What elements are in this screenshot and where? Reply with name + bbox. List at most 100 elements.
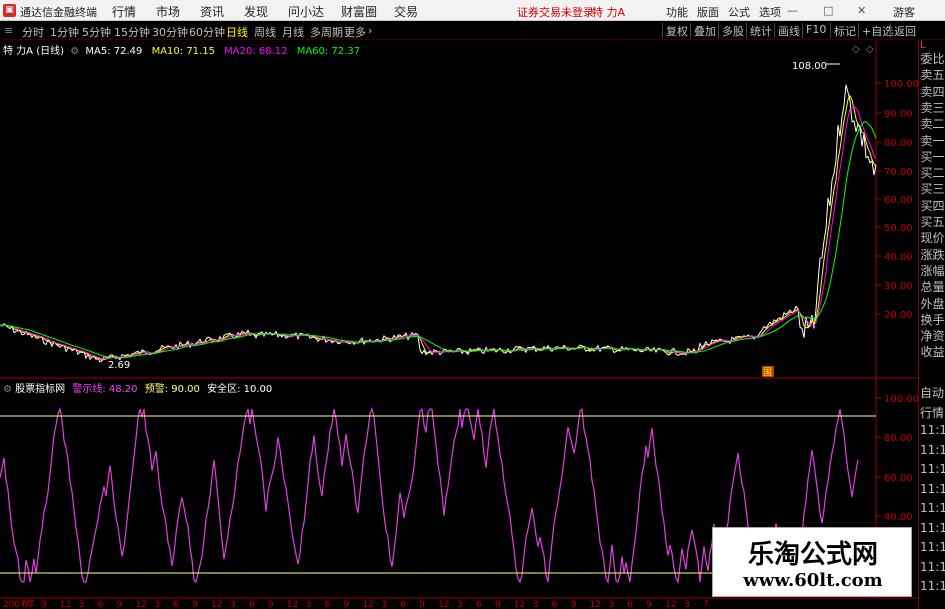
period-weekly[interactable]: 周线 — [254, 24, 276, 40]
period-5min[interactable]: 5分钟 — [82, 24, 111, 40]
period-30min[interactable]: 30分钟 — [152, 24, 188, 40]
sidebar-item-0[interactable]: 委比 — [920, 50, 945, 66]
sidebar-lower-item-1[interactable]: 行情 — [920, 404, 945, 420]
collapse-icon[interactable]: ◇ — [866, 44, 874, 55]
menu-layout[interactable]: 版面 — [697, 4, 719, 20]
indicator-tick-label: 100.00 — [884, 394, 919, 405]
menu-ask[interactable]: 问小达 — [288, 3, 324, 20]
settings-icon[interactable]: ⚙ — [70, 46, 79, 57]
time-tick-label: 9 — [571, 600, 577, 609]
time-tick-label: 6 — [173, 600, 179, 609]
time-tick-label: 6 — [22, 600, 28, 609]
time-tick-label: 3 — [457, 600, 463, 609]
sidebar-item-3[interactable]: 卖三 — [920, 99, 945, 115]
menu-trade[interactable]: 交易 — [394, 3, 418, 20]
ma5-value: MA5: 72.49 — [85, 46, 143, 57]
ma-info-bar: 特 力A (日线) ⚙ MA5: 72.49 MA10: 71.15 MA20:… — [0, 42, 366, 57]
sidebar-lower-item-9[interactable]: 11:1 — [920, 560, 945, 576]
back-button[interactable]: 返回 — [890, 23, 916, 38]
toolbar-toggle-icon[interactable]: ≡ — [4, 24, 13, 37]
sidebar-lower-item-3[interactable]: 11:1 — [920, 443, 945, 459]
sidebar-item-6[interactable]: 买一 — [920, 148, 945, 164]
time-tick-label: 2007年 — [3, 598, 35, 609]
period-multi[interactable]: 多周期 — [310, 24, 343, 40]
time-tick-label: 9 — [41, 600, 47, 609]
sidebar-lower-item-10[interactable]: 11:1 — [920, 579, 945, 595]
time-tick-label: 12 — [589, 600, 600, 609]
multi-stock-button[interactable]: 多股 — [718, 23, 744, 38]
price-tick-label: 60.00 — [884, 195, 913, 206]
time-tick-label: 9 — [117, 600, 123, 609]
user-guest[interactable]: 游客 — [893, 4, 915, 20]
time-tick-label: 6 — [552, 600, 558, 609]
sidebar-item-2[interactable]: 卖四 — [920, 83, 945, 99]
sidebar-lower-item-4[interactable]: 11:1 — [920, 462, 945, 478]
chevron-right-icon[interactable]: › — [368, 24, 372, 37]
time-tick-label: 3 — [684, 600, 690, 609]
sidebar-item-18[interactable]: 收益 — [920, 343, 945, 359]
sidebar-item-4[interactable]: 卖二 — [920, 115, 945, 131]
stats-button[interactable]: 统计 — [746, 23, 772, 38]
f10-button[interactable]: F10 — [802, 23, 826, 38]
watermark-title: 乐淘公式网 — [747, 540, 878, 570]
time-tick-label: 6 — [98, 600, 104, 609]
menu-discover[interactable]: 发现 — [244, 3, 268, 20]
period-tick[interactable]: 分时 — [22, 24, 44, 40]
login-status[interactable]: 证券交易未登录 — [517, 4, 594, 20]
draw-button[interactable]: 画线 — [774, 23, 800, 38]
kline-chart[interactable]: 100.00 90.00 80.00 70.00 60.00 50.00 40.00 30.0… — [0, 40, 945, 609]
sidebar-lower-item-6[interactable]: 11:1 — [920, 501, 945, 517]
sidebar-item-11[interactable]: 现价 — [920, 229, 945, 245]
sidebar-lower-item-2[interactable]: 11:1 — [920, 423, 945, 439]
sidebar-lower-item-8[interactable]: 11:1 — [920, 540, 945, 556]
sidebar-item-14[interactable]: 总量 — [920, 278, 945, 294]
menu-market[interactable]: 市场 — [156, 3, 180, 20]
maximize-icon[interactable]: □ — [823, 4, 833, 17]
menu-wealth[interactable]: 财富圈 — [341, 3, 377, 20]
period-1min[interactable]: 1分钟 — [50, 24, 79, 40]
period-more[interactable]: 更多 — [344, 24, 366, 40]
indicator-settings-icon[interactable]: ⚙ — [3, 384, 12, 395]
menu-function[interactable]: 功能 — [666, 4, 688, 20]
sidebar-item-12[interactable]: 涨跌 — [920, 246, 945, 262]
add-watchlist-button[interactable]: +自选 — [858, 23, 893, 38]
sidebar-item-15[interactable]: 外盘 — [920, 295, 945, 311]
sidebar-item-8[interactable]: 买三 — [920, 180, 945, 196]
ma60-line — [0, 121, 877, 359]
indicator-tick-label: 40.00 — [884, 512, 913, 523]
sidebar-item-16[interactable]: 换手 — [920, 311, 945, 327]
sidebar-item-5[interactable]: 卖一 — [920, 132, 945, 148]
minimize-icon[interactable]: — — [787, 4, 798, 17]
sidebar-item-13[interactable]: 涨幅 — [920, 262, 945, 278]
sidebar-item-10[interactable]: 买五 — [920, 213, 945, 229]
high-price-label: 108.00 — [792, 61, 827, 72]
price-tick-label: 30.00 — [884, 281, 913, 292]
time-tick-label: 3 — [533, 600, 539, 609]
sidebar-lower-item-5[interactable]: 11:1 — [920, 482, 945, 498]
time-tick-label: 12 — [514, 600, 525, 609]
sidebar-lower-item-7[interactable]: 11:1 — [920, 521, 945, 537]
menu-formula[interactable]: 公式 — [728, 4, 750, 20]
ma20-value: MA20: 68.12 — [224, 46, 288, 57]
mark-button[interactable]: 标记 — [830, 23, 856, 38]
sidebar-item-1[interactable]: 卖五 — [920, 66, 945, 82]
menu-news[interactable]: 资讯 — [200, 3, 224, 20]
menu-options[interactable]: 选项 — [759, 4, 781, 20]
event-marker-label: 国 — [763, 367, 772, 378]
close-icon[interactable]: ✕ — [857, 4, 866, 17]
menu-quotes[interactable]: 行情 — [112, 3, 136, 20]
watermark-banner: 乐淘公式网 www.60lt.com — [712, 527, 912, 597]
sidebar-item-9[interactable]: 买四 — [920, 197, 945, 213]
settings-diamond-icon[interactable]: ◇ — [852, 44, 860, 55]
period-60min[interactable]: 60分钟 — [189, 24, 225, 40]
adjust-button[interactable]: 复权 — [662, 23, 688, 38]
sidebar-item-7[interactable]: 买二 — [920, 164, 945, 180]
time-tick-label: 3 — [381, 600, 387, 609]
period-monthly[interactable]: 月线 — [282, 24, 304, 40]
sidebar-lower-item-0[interactable]: 自动 — [920, 384, 945, 400]
period-15min[interactable]: 15分钟 — [114, 24, 150, 40]
period-daily[interactable]: 日线 — [226, 24, 248, 40]
sidebar-item-17[interactable]: 净资 — [920, 327, 945, 343]
time-tick-label: 3 — [154, 600, 160, 609]
overlay-button[interactable]: 叠加 — [690, 23, 716, 38]
